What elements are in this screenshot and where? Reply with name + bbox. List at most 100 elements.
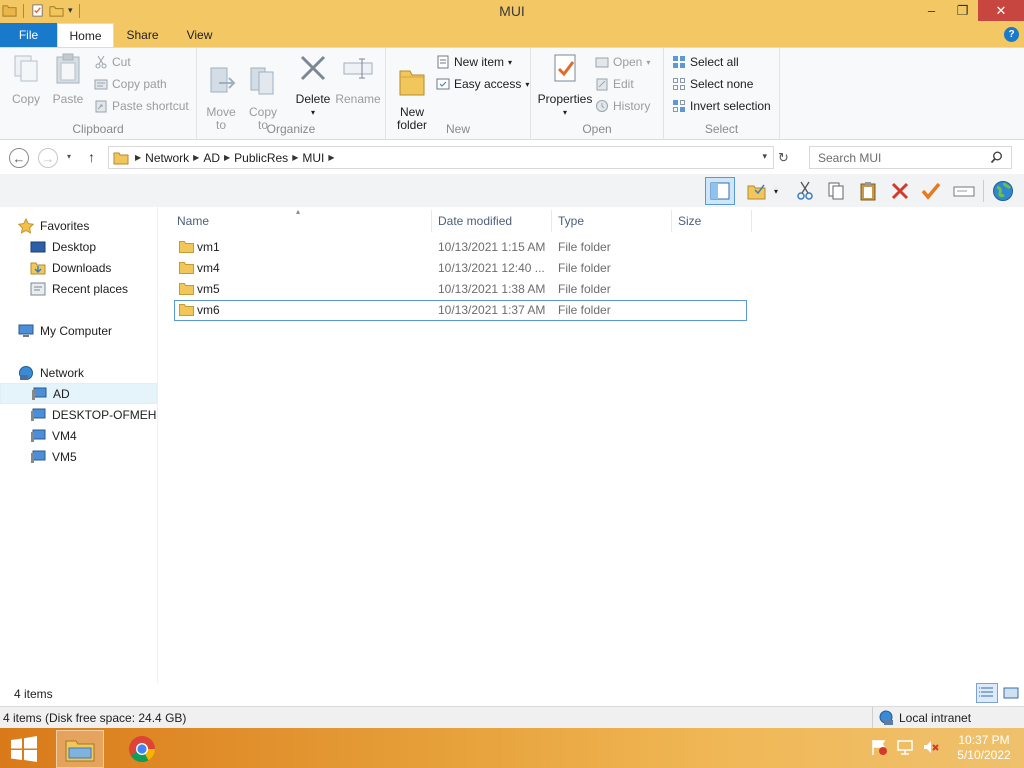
breadcrumb-mui[interactable]: MUI xyxy=(302,151,324,165)
preview-pane-toggle[interactable] xyxy=(705,177,735,205)
invert-selection-button[interactable]: Invert selection xyxy=(672,97,771,115)
volume-muted-icon[interactable] xyxy=(922,738,940,756)
back-arrow-icon: ← xyxy=(12,150,26,166)
open-button[interactable]: Open ▾ xyxy=(595,53,650,71)
file-type: File folder xyxy=(558,303,611,317)
breadcrumb-chevron-icon[interactable]: ▶ xyxy=(224,153,230,162)
file-row-vm5[interactable]: vm5 10/13/2021 1:38 AM File folder xyxy=(174,279,747,300)
rename-toolbar-button[interactable] xyxy=(951,178,977,204)
open-dropdown-icon: ▾ xyxy=(646,57,651,67)
scissors-icon xyxy=(95,55,107,69)
tab-view[interactable]: View xyxy=(171,23,228,47)
nav-network[interactable]: Network xyxy=(18,362,157,383)
taskbar-clock[interactable]: 10:37 PM 5/10/2022 xyxy=(950,733,1018,763)
close-button[interactable]: ✕ xyxy=(978,0,1024,21)
nav-desktop-pc[interactable]: DESKTOP-OFMEHRC xyxy=(30,404,157,425)
column-header-date-modified[interactable]: Date modified xyxy=(432,210,552,232)
up-arrow-icon[interactable]: ↑ xyxy=(88,149,95,165)
column-header-type[interactable]: Type xyxy=(552,210,672,232)
rename-icon xyxy=(953,186,975,197)
globe-button[interactable] xyxy=(990,178,1016,204)
copy-path-button[interactable]: Copy path xyxy=(94,75,167,93)
tab-file[interactable]: File xyxy=(0,23,57,47)
nav-desktop[interactable]: Desktop xyxy=(30,236,157,257)
security-zone: Local intranet xyxy=(872,707,971,729)
action-center-flag-icon[interactable] xyxy=(870,738,888,756)
file-row-vm4[interactable]: vm4 10/13/2021 12:40 ... File folder xyxy=(174,258,747,279)
folder-icon xyxy=(179,241,194,253)
breadcrumb-ad[interactable]: AD xyxy=(203,151,220,165)
toolbar-separator xyxy=(983,180,984,202)
address-history-dropdown-icon[interactable]: ▾ xyxy=(762,151,767,162)
refresh-icon[interactable]: ↻ xyxy=(778,150,789,166)
select-none-button[interactable]: Select none xyxy=(672,75,753,93)
recent-locations-dropdown-icon[interactable]: ▾ xyxy=(67,152,71,161)
details-view-icon xyxy=(979,687,993,697)
ribbon: Copy Paste Cut Copy path Paste shortcut … xyxy=(0,47,1024,140)
file-row-vm6[interactable]: vm6 10/13/2021 1:37 AM File folder xyxy=(174,300,747,321)
delete-button[interactable]: Delete ▾ xyxy=(291,52,335,119)
address-bar[interactable]: ▶ Network ▶ AD ▶ PublicRes ▶ MUI ▶ ▾ xyxy=(108,146,774,169)
breadcrumb-publicres[interactable]: PublicRes xyxy=(234,151,288,165)
search-icon[interactable] xyxy=(990,151,1003,164)
clipboard-group: Copy Paste Cut Copy path Paste shortcut … xyxy=(0,48,197,140)
network-status-icon[interactable] xyxy=(896,738,914,756)
nav-my-computer[interactable]: My Computer xyxy=(18,320,157,341)
paste-button[interactable]: Paste xyxy=(48,52,88,106)
properties-dropdown-icon[interactable]: ▾ xyxy=(537,106,593,119)
rename-button[interactable]: Rename xyxy=(335,52,381,106)
copy-button[interactable]: Copy xyxy=(6,52,46,106)
folder-options-dropdown-icon[interactable]: ▾ xyxy=(769,178,783,204)
properties-toolbar-button[interactable] xyxy=(918,178,944,204)
folder-options-button[interactable] xyxy=(744,178,770,204)
cut-toolbar-button[interactable] xyxy=(792,178,818,204)
copy-toolbar-button[interactable] xyxy=(823,178,849,204)
tab-home[interactable]: Home xyxy=(57,23,114,47)
select-all-button[interactable]: Select all xyxy=(672,53,739,71)
search-input[interactable] xyxy=(810,147,980,168)
paste-toolbar-button[interactable] xyxy=(855,178,881,204)
edit-button[interactable]: Edit xyxy=(595,75,634,93)
paste-shortcut-button[interactable]: Paste shortcut xyxy=(94,97,189,115)
navigation-row: ← → ▾ ↑ ▶ Network ▶ AD ▶ PublicRes ▶ MUI… xyxy=(0,141,1024,174)
start-button[interactable] xyxy=(0,730,48,768)
column-header-name[interactable]: Name xyxy=(171,210,432,232)
forward-arrow-icon: → xyxy=(41,150,55,166)
delete-toolbar-button[interactable] xyxy=(887,178,913,204)
help-button[interactable]: ? xyxy=(1004,27,1019,42)
network-computer-icon xyxy=(31,450,46,463)
nav-ad[interactable]: AD xyxy=(0,383,157,404)
copy-path-icon xyxy=(94,79,108,90)
nav-favorites[interactable]: Favorites xyxy=(18,215,157,236)
cut-button[interactable]: Cut xyxy=(94,53,131,71)
minimize-button[interactable]: – xyxy=(916,0,947,21)
breadcrumb-chevron-icon[interactable]: ▶ xyxy=(292,153,298,162)
breadcrumb-network[interactable]: Network xyxy=(145,151,189,165)
file-row-vm1[interactable]: vm1 10/13/2021 1:15 AM File folder xyxy=(174,237,747,258)
custom-toolbar: ▾ xyxy=(0,174,1024,207)
nav-vm4[interactable]: VM4 xyxy=(30,425,157,446)
easy-access-button[interactable]: Easy access ▾ xyxy=(436,75,529,93)
history-button[interactable]: History xyxy=(595,97,650,115)
properties-button[interactable]: Properties ▾ xyxy=(537,52,593,119)
tab-share[interactable]: Share xyxy=(114,23,171,47)
delete-dropdown-icon[interactable]: ▾ xyxy=(291,106,335,119)
maximize-button[interactable]: ❐ xyxy=(947,0,978,21)
nav-recent-places[interactable]: Recent places xyxy=(30,278,157,299)
taskbar-chrome[interactable] xyxy=(118,730,166,768)
copy-icon xyxy=(14,55,38,82)
paste-shortcut-icon xyxy=(95,100,107,113)
back-button[interactable]: ← xyxy=(9,148,29,168)
breadcrumb-chevron-icon[interactable]: ▶ xyxy=(328,153,334,162)
breadcrumb-chevron-icon[interactable]: ▶ xyxy=(193,153,199,162)
nav-downloads[interactable]: Downloads xyxy=(30,257,157,278)
nav-vm5[interactable]: VM5 xyxy=(30,446,157,467)
forward-button[interactable]: → xyxy=(38,148,58,168)
new-item-button[interactable]: New item ▾ xyxy=(436,53,512,71)
clock-time: 10:37 PM xyxy=(958,733,1010,747)
details-view-button[interactable] xyxy=(976,683,998,703)
file-date: 10/13/2021 1:38 AM xyxy=(438,282,546,296)
taskbar-file-explorer[interactable] xyxy=(56,730,104,768)
large-icons-view-button[interactable] xyxy=(1000,683,1022,703)
column-header-size[interactable]: Size xyxy=(672,210,752,232)
